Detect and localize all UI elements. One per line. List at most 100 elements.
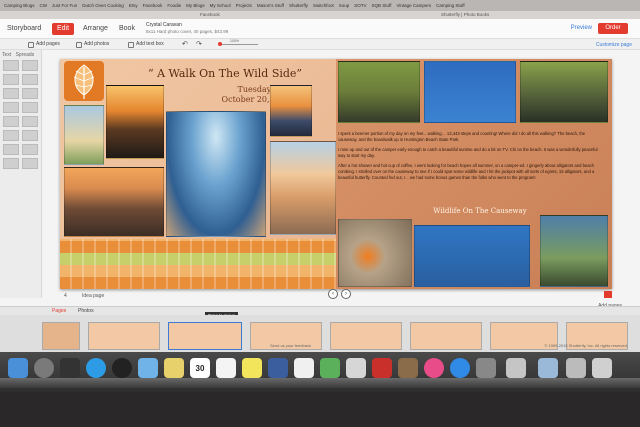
left-page[interactable]: “ A Walk On The Wild Side” Tuesday - Oct… xyxy=(60,59,336,289)
preview-button[interactable]: Preview xyxy=(571,25,592,31)
photo-shore[interactable] xyxy=(270,141,336,235)
bookmark-item[interactable]: Facebook xyxy=(143,3,163,8)
safari-icon[interactable] xyxy=(86,358,106,378)
bookmark-item[interactable]: CW xyxy=(40,3,48,8)
undo-icon[interactable]: ↶ xyxy=(182,40,188,49)
disk-icon[interactable] xyxy=(506,358,526,378)
add-photos-button[interactable]: Add photos xyxy=(76,40,109,49)
photo-booth-icon[interactable] xyxy=(60,358,80,378)
tab-pages[interactable]: Pages xyxy=(52,308,66,314)
bookmark-item[interactable]: Mason's Stuff xyxy=(257,3,284,8)
feedback-link[interactable]: Send us your feedback xyxy=(270,343,311,348)
quill-icon[interactable] xyxy=(268,358,288,378)
tab-photos[interactable]: Photos xyxy=(78,308,94,314)
prev-page-button[interactable]: ‹ xyxy=(328,289,338,299)
bookmark-item[interactable]: Switchfoot xyxy=(313,3,334,8)
layout-thumbnail[interactable] xyxy=(3,144,19,155)
filmstrip-page-current[interactable] xyxy=(168,322,242,350)
layout-thumbnail[interactable] xyxy=(3,74,19,85)
photo-sunset-beach[interactable] xyxy=(64,167,164,237)
folder-icon[interactable] xyxy=(538,358,558,378)
launchpad-icon[interactable] xyxy=(34,358,54,378)
photo-butterfly[interactable] xyxy=(338,219,412,287)
add-pages-button[interactable]: Add pages xyxy=(28,40,60,49)
calendar-icon[interactable]: 30 xyxy=(190,358,210,378)
stickies-icon[interactable] xyxy=(242,358,262,378)
order-button[interactable]: Order xyxy=(598,23,628,34)
project-title[interactable]: Crystal Caravan xyxy=(146,22,182,28)
customize-page-link[interactable]: Customize page xyxy=(596,42,632,48)
tab-arrange[interactable]: Arrange xyxy=(78,23,113,35)
reminders-icon[interactable] xyxy=(216,358,236,378)
journal-text[interactable]: I spent a beemer portion of my day on my… xyxy=(338,131,604,185)
photo-alligators-water[interactable] xyxy=(414,225,530,287)
bookmark-item[interactable]: Projects xyxy=(236,3,252,8)
photo-sunrise[interactable] xyxy=(270,85,312,137)
layout-thumbnail[interactable] xyxy=(22,88,38,99)
bookmark-item[interactable]: Dutch Oven Cooking xyxy=(82,3,124,8)
layout-thumbnail[interactable] xyxy=(22,130,38,141)
layout-thumbnail[interactable] xyxy=(22,102,38,113)
bookmark-item[interactable]: SOTV xyxy=(354,3,366,8)
app-store-icon[interactable] xyxy=(450,358,470,378)
bookmark-item[interactable]: Just For Fun xyxy=(52,3,77,8)
layout-thumbnail[interactable] xyxy=(22,158,38,169)
layout-thumbnail[interactable] xyxy=(22,116,38,127)
bookmark-item[interactable]: Vintage Campers xyxy=(396,3,431,8)
numbers-icon[interactable] xyxy=(320,358,340,378)
photo-book-spread[interactable]: “ A Walk On The Wild Side” Tuesday - Oct… xyxy=(60,59,612,289)
downloads-icon[interactable] xyxy=(566,358,586,378)
bookmark-item[interactable]: Soup xyxy=(339,3,350,8)
tab-edit[interactable]: Edit xyxy=(52,23,75,35)
layout-thumbnail[interactable] xyxy=(3,116,19,127)
page-badge[interactable] xyxy=(604,291,612,298)
photo-dunes[interactable] xyxy=(64,105,104,165)
textedit-icon[interactable] xyxy=(294,358,314,378)
photo-icon[interactable] xyxy=(372,358,392,378)
finder-icon[interactable] xyxy=(8,358,28,378)
layout-thumbnail[interactable] xyxy=(3,88,19,99)
photo-alligator-closeup[interactable] xyxy=(520,61,608,123)
idea-page-link[interactable]: Idea page xyxy=(82,293,104,299)
photo-sunset-pier[interactable] xyxy=(106,85,164,159)
causeway-caption[interactable]: Wildlife On The Causeway xyxy=(420,207,540,215)
bookmark-item[interactable]: My Blogs xyxy=(186,3,205,8)
mail-icon[interactable] xyxy=(138,358,158,378)
layout-thumbnail[interactable] xyxy=(22,60,38,71)
system-prefs-icon[interactable] xyxy=(476,358,496,378)
filmstrip-page[interactable] xyxy=(42,322,80,350)
photo-alligator-grass[interactable] xyxy=(338,61,420,123)
layout-thumbnail[interactable] xyxy=(3,102,19,113)
browser-tab-shutterfly[interactable]: Shutterfly | Photo Books xyxy=(441,12,489,17)
photo-egret-water[interactable] xyxy=(424,61,516,123)
bookmark-item[interactable]: Etsy xyxy=(129,3,138,8)
sidebar-tab-text[interactable]: Text xyxy=(2,52,11,58)
filmstrip-page[interactable] xyxy=(88,322,160,350)
layout-thumbnail[interactable] xyxy=(3,60,19,71)
layout-thumbnail[interactable] xyxy=(22,74,38,85)
tab-storyboard[interactable]: Storyboard xyxy=(2,23,46,35)
bookmark-item[interactable]: Foodie xyxy=(167,3,181,8)
zoom-slider[interactable] xyxy=(218,44,258,45)
tab-book[interactable]: Book xyxy=(114,23,140,35)
bookmark-item[interactable]: My School xyxy=(210,3,231,8)
zoom-slider-handle[interactable] xyxy=(218,42,222,46)
facetime-icon[interactable] xyxy=(346,358,366,378)
bookmark-item[interactable]: SQB Stuff xyxy=(372,3,392,8)
redo-icon[interactable]: ↷ xyxy=(196,40,202,49)
next-page-button[interactable]: › xyxy=(341,289,351,299)
sidebar-tab-spreads[interactable]: Spreads xyxy=(16,52,35,58)
page-title[interactable]: “ A Walk On The Wild Side” xyxy=(130,67,320,80)
itunes-icon[interactable] xyxy=(424,358,444,378)
layout-thumbnail[interactable] xyxy=(3,130,19,141)
filmstrip-page[interactable] xyxy=(410,322,482,350)
trash-icon[interactable] xyxy=(592,358,612,378)
notes-icon[interactable] xyxy=(164,358,184,378)
dashboard-icon[interactable] xyxy=(112,358,132,378)
filmstrip-page[interactable] xyxy=(330,322,402,350)
add-text-box-button[interactable]: Add text box xyxy=(128,40,164,49)
layout-thumbnail[interactable] xyxy=(3,158,19,169)
bookmark-item[interactable]: Shutterfly xyxy=(289,3,308,8)
bookmark-item[interactable]: Camping Stuff xyxy=(436,3,464,8)
photo-tidal-ripples[interactable] xyxy=(166,111,266,237)
